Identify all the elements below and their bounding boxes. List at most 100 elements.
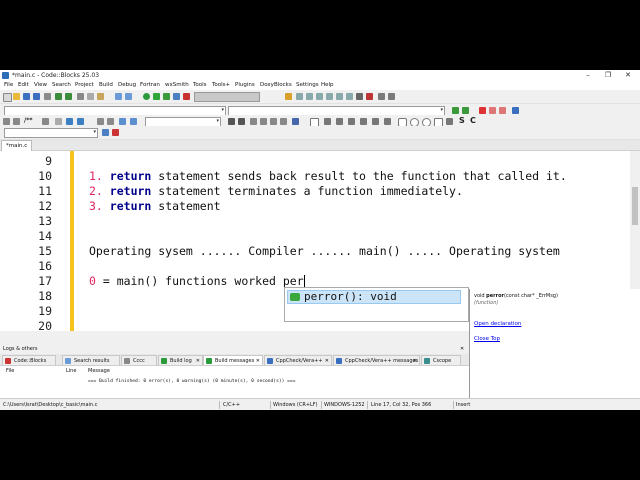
redo-icon[interactable] — [65, 93, 72, 100]
find-icon[interactable] — [115, 93, 122, 100]
doxy-extract-icon[interactable] — [66, 118, 73, 125]
paste-icon[interactable] — [97, 93, 104, 100]
abort-icon[interactable] — [183, 93, 190, 100]
tab-close-icon[interactable]: ✕ — [256, 356, 260, 365]
select-icon[interactable] — [292, 118, 299, 125]
menu-build[interactable]: Build — [99, 81, 113, 90]
next-item-icon[interactable] — [107, 118, 114, 125]
search-back-icon[interactable] — [228, 118, 235, 125]
rebuild-icon[interactable] — [173, 93, 180, 100]
build-target-select[interactable] — [194, 92, 260, 102]
save-icon[interactable] — [23, 93, 30, 100]
debug-icon[interactable] — [285, 93, 292, 100]
minimize-button[interactable]: – — [578, 70, 598, 81]
tab-main-c[interactable]: *main.c — [1, 140, 33, 151]
scrollbar-thumb[interactable] — [632, 187, 638, 225]
tab-cccc[interactable]: Cccc — [121, 355, 157, 365]
column-header-file[interactable]: File — [6, 368, 14, 374]
save-all-icon[interactable] — [33, 93, 40, 100]
shape-6-icon[interactable] — [372, 118, 379, 125]
stop-debug-icon[interactable] — [366, 93, 373, 100]
tab-close-icon[interactable]: ✕ — [325, 356, 329, 365]
tab-codeblocks-log[interactable]: Code::Blocks — [2, 355, 56, 365]
next-instruction-icon[interactable] — [336, 93, 343, 100]
match-case-icon[interactable] — [250, 118, 257, 125]
shape-5-icon[interactable] — [360, 118, 367, 125]
menu-file[interactable]: File — [4, 81, 13, 90]
replace-icon[interactable] — [125, 93, 132, 100]
menu-wxsmith[interactable]: wxSmith — [165, 81, 189, 90]
menu-tools[interactable]: Tools — [193, 81, 207, 90]
doxy-html-icon[interactable] — [77, 118, 84, 125]
doxy-comment-icon[interactable]: /** — [24, 116, 32, 126]
cut-icon[interactable] — [77, 93, 84, 100]
editor-horizontal-scrollbar[interactable] — [0, 331, 470, 338]
menu-project[interactable]: Project — [75, 81, 94, 90]
menu-settings[interactable]: Settings — [296, 81, 319, 90]
build-and-run-icon[interactable] — [163, 93, 170, 100]
column-header-message[interactable]: Message — [88, 368, 110, 374]
menu-help[interactable]: Help — [321, 81, 334, 90]
tab-cppcheck-messages[interactable]: CppCheck/Vera++ messages ✕ — [333, 355, 420, 365]
insert-line-icon[interactable] — [42, 118, 49, 125]
maximize-button[interactable]: ❐ — [598, 70, 618, 81]
goto-file-icon[interactable] — [130, 118, 137, 125]
open-folder-icon[interactable] — [13, 93, 20, 100]
open-declaration-link[interactable]: Open declaration — [474, 321, 521, 327]
toggle-bookmark-icon[interactable] — [479, 107, 486, 114]
menu-edit[interactable]: Edit — [18, 81, 29, 90]
debug-info-icon[interactable] — [388, 93, 395, 100]
step-out-icon[interactable] — [326, 93, 333, 100]
jump-forward-icon[interactable] — [462, 107, 469, 114]
tool-a-icon[interactable] — [102, 129, 109, 136]
shape-3-icon[interactable] — [336, 118, 343, 125]
tab-search-results[interactable]: Search results — [62, 355, 120, 365]
target-select[interactable]: ▾ — [4, 128, 98, 138]
next-bookmark-icon[interactable] — [499, 107, 506, 114]
tab-cscope[interactable]: Cscope — [421, 355, 461, 365]
autocomplete-item[interactable]: perror(): void — [287, 290, 461, 304]
close-top-link[interactable]: Close Top — [474, 336, 500, 342]
shape-2-icon[interactable] — [324, 118, 331, 125]
copy-icon[interactable] — [87, 93, 94, 100]
s-tool-icon[interactable]: S — [459, 116, 465, 126]
shape-7-icon[interactable] — [384, 118, 391, 125]
step-into-icon[interactable] — [316, 93, 323, 100]
menu-doxyblocks[interactable]: DoxyBlocks — [260, 81, 292, 90]
menu-tools-plus[interactable]: Tools+ — [212, 81, 230, 90]
menu-debug[interactable]: Debug — [118, 81, 136, 90]
prev-item-icon[interactable] — [97, 118, 104, 125]
shape-12-icon[interactable] — [446, 118, 453, 125]
doxy-config-icon[interactable] — [55, 118, 62, 125]
next-line-icon[interactable] — [306, 93, 313, 100]
shape-4-icon[interactable] — [348, 118, 355, 125]
search-forward-icon[interactable] — [238, 118, 245, 125]
menu-search[interactable]: Search — [52, 81, 71, 90]
clear-bookmarks-icon[interactable] — [512, 107, 519, 114]
menu-plugins[interactable]: Plugins — [235, 81, 255, 90]
build-finished-message[interactable]: === Build finished: 0 error(s), 0 warnin… — [88, 379, 295, 384]
regex-icon[interactable] — [270, 118, 277, 125]
prev-bookmark-icon[interactable] — [489, 107, 496, 114]
tool-b-icon[interactable] — [112, 129, 119, 136]
menu-fortran[interactable]: Fortran — [140, 81, 160, 90]
whole-word-icon[interactable] — [260, 118, 267, 125]
new-file-icon[interactable] — [3, 93, 12, 102]
close-button[interactable]: ✕ — [618, 70, 638, 81]
tab-cppcheck[interactable]: CppCheck/Vera++ ✕ — [264, 355, 332, 365]
step-instruction-icon[interactable] — [346, 93, 353, 100]
close-file-icon[interactable] — [44, 93, 51, 100]
c-tool-icon[interactable]: C — [470, 116, 476, 126]
toggle-comment-icon[interactable] — [3, 118, 10, 125]
jump-back-icon[interactable] — [452, 107, 459, 114]
tab-close-icon[interactable]: ✕ — [413, 356, 417, 365]
debug-windows-icon[interactable] — [378, 93, 385, 100]
logs-close-icon[interactable]: ✕ — [460, 345, 464, 353]
tab-close-icon[interactable]: ✕ — [196, 356, 200, 365]
run-icon[interactable] — [153, 93, 160, 100]
pause-icon[interactable] — [356, 93, 363, 100]
highlight-icon[interactable] — [280, 118, 287, 125]
goto-function-icon[interactable] — [119, 118, 126, 125]
tab-build-log[interactable]: Build log ✕ — [158, 355, 203, 365]
menu-view[interactable]: View — [34, 81, 47, 90]
